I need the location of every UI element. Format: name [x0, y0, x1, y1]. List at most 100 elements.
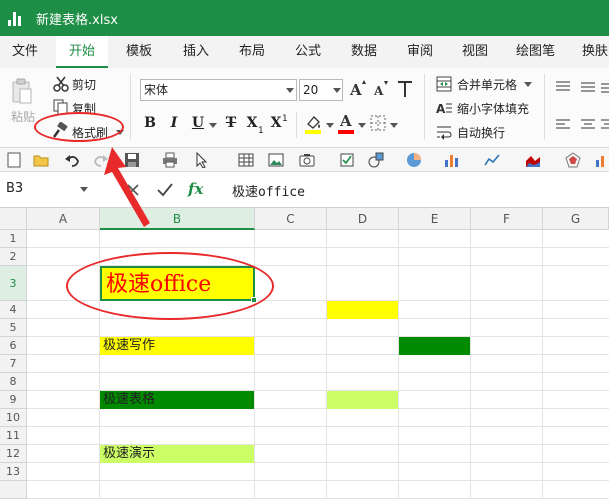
column-header-g[interactable]: G	[543, 208, 609, 230]
tab-insert[interactable]: 插入	[183, 36, 215, 68]
align-top-icon[interactable]	[555, 80, 571, 94]
column-header-c[interactable]: C	[255, 208, 327, 230]
screenshot-camera-icon[interactable]	[299, 152, 315, 168]
font-color-glyph: A	[340, 112, 352, 130]
checkbox-icon[interactable]	[339, 152, 355, 168]
bar-chart-icon[interactable]	[444, 152, 460, 168]
font-size-dropdown-icon[interactable]	[333, 88, 341, 93]
paste-button[interactable]: 粘贴	[11, 108, 35, 125]
name-box[interactable]: B3	[6, 181, 23, 196]
row-header-12[interactable]: 12	[0, 445, 27, 463]
strikethrough-button[interactable]: T	[223, 115, 239, 131]
wrap-text-button[interactable]: 自动换行	[457, 124, 505, 141]
merge-dropdown-icon[interactable]	[524, 82, 532, 87]
align-bottom-icon[interactable]	[600, 80, 609, 94]
clear-format-icon[interactable]	[396, 80, 414, 98]
row-header-4[interactable]: 4	[0, 301, 27, 319]
font-name-dropdown-icon[interactable]	[286, 88, 294, 93]
tab-review[interactable]: 审阅	[407, 36, 439, 68]
line-chart-icon[interactable]	[484, 152, 500, 168]
shapes-icon[interactable]	[368, 152, 384, 168]
tab-file[interactable]: 文件	[12, 36, 44, 68]
cell-d4[interactable]	[327, 301, 398, 319]
column-header-e[interactable]: E	[399, 208, 471, 230]
select-pointer-icon[interactable]	[194, 151, 210, 169]
row-header-1[interactable]: 1	[0, 230, 27, 248]
image-icon[interactable]	[268, 152, 284, 168]
radar-chart-icon[interactable]	[565, 152, 581, 168]
new-document-icon[interactable]	[6, 152, 22, 168]
cell-b12[interactable]: 极速演示	[100, 445, 254, 463]
increase-font-icon[interactable]: A	[349, 80, 367, 99]
column-header-f[interactable]: F	[471, 208, 543, 230]
italic-button[interactable]: I	[167, 115, 181, 131]
row-header-10[interactable]: 10	[0, 409, 27, 427]
cell-b6[interactable]: 极速写作	[100, 337, 254, 355]
highlight-dropdown-icon[interactable]	[326, 123, 334, 128]
row-header-9[interactable]: 9	[0, 391, 27, 409]
border-icon[interactable]	[370, 115, 386, 131]
cell-b9[interactable]: 极速表格	[100, 391, 254, 409]
annotation-oval-cell-b3	[66, 252, 274, 320]
cut-button[interactable]: 剪切	[72, 76, 96, 93]
formula-input[interactable]: 极速office	[232, 181, 305, 200]
chart-pie-icon[interactable]	[406, 152, 422, 168]
more-charts-icon[interactable]	[595, 152, 609, 168]
row-header-14[interactable]	[0, 481, 27, 499]
row-header-2[interactable]: 2	[0, 248, 27, 266]
tab-template[interactable]: 模板	[126, 36, 158, 68]
highlight-fill-icon[interactable]	[304, 114, 322, 134]
align-right-icon[interactable]	[600, 118, 609, 132]
font-color-icon[interactable]: A	[337, 112, 355, 134]
row-header-8[interactable]: 8	[0, 373, 27, 391]
cell-e6[interactable]	[399, 337, 470, 355]
area-chart-icon[interactable]	[525, 152, 541, 168]
wrap-text-icon[interactable]	[436, 124, 452, 140]
row-header-3[interactable]: 3	[0, 266, 27, 301]
select-all-corner[interactable]	[0, 208, 27, 230]
align-middle-icon[interactable]	[580, 80, 596, 94]
paste-icon[interactable]	[10, 78, 34, 106]
column-header-d[interactable]: D	[327, 208, 399, 230]
row-header-13[interactable]: 13	[0, 463, 27, 481]
border-dropdown-icon[interactable]	[390, 123, 398, 128]
tab-home[interactable]: 开始	[56, 36, 108, 68]
gridline	[27, 247, 609, 248]
decrease-font-icon[interactable]: A	[372, 80, 390, 98]
gridline	[398, 230, 399, 499]
tab-data[interactable]: 数据	[351, 36, 383, 68]
underline-button[interactable]: U	[191, 115, 205, 131]
tab-view[interactable]: 视图	[462, 36, 494, 68]
undo-icon[interactable]	[64, 152, 80, 168]
name-box-dropdown-icon[interactable]	[80, 187, 88, 192]
merge-cells-button[interactable]: 合并单元格	[457, 76, 517, 93]
row-header-11[interactable]: 11	[0, 427, 27, 445]
subscript-button[interactable]: X	[246, 115, 258, 131]
superscript-button[interactable]: X	[270, 115, 282, 131]
tab-skin[interactable]: 换肤	[582, 36, 609, 68]
ribbon-divider	[544, 74, 545, 140]
shrink-to-fit-icon[interactable]: A	[436, 100, 452, 116]
scissors-icon[interactable]	[53, 76, 69, 92]
table-icon[interactable]	[238, 152, 254, 168]
column-header-a[interactable]: A	[27, 208, 100, 230]
print-icon[interactable]	[162, 152, 178, 168]
cell-d9[interactable]	[327, 391, 398, 409]
tab-layout[interactable]: 布局	[239, 36, 271, 68]
tab-draw-pen[interactable]: 绘图笔	[516, 36, 562, 68]
underline-dropdown-icon[interactable]	[209, 123, 217, 128]
tab-formula[interactable]: 公式	[295, 36, 327, 68]
gridline	[27, 480, 609, 481]
row-header-6[interactable]: 6	[0, 337, 27, 355]
row-header-5[interactable]: 5	[0, 319, 27, 337]
row-header-7[interactable]: 7	[0, 355, 27, 373]
align-left-icon[interactable]	[555, 118, 571, 132]
merge-cells-icon[interactable]	[436, 76, 452, 92]
shrink-to-fit-button[interactable]: 缩小字体填充	[457, 100, 529, 117]
bold-button[interactable]: B	[143, 115, 157, 131]
font-name-select[interactable]: 宋体	[140, 79, 297, 101]
function-icon[interactable]: fx	[188, 180, 203, 198]
open-folder-icon[interactable]	[33, 152, 49, 168]
align-center-icon[interactable]	[580, 118, 596, 132]
font-color-dropdown-icon[interactable]	[358, 123, 366, 128]
